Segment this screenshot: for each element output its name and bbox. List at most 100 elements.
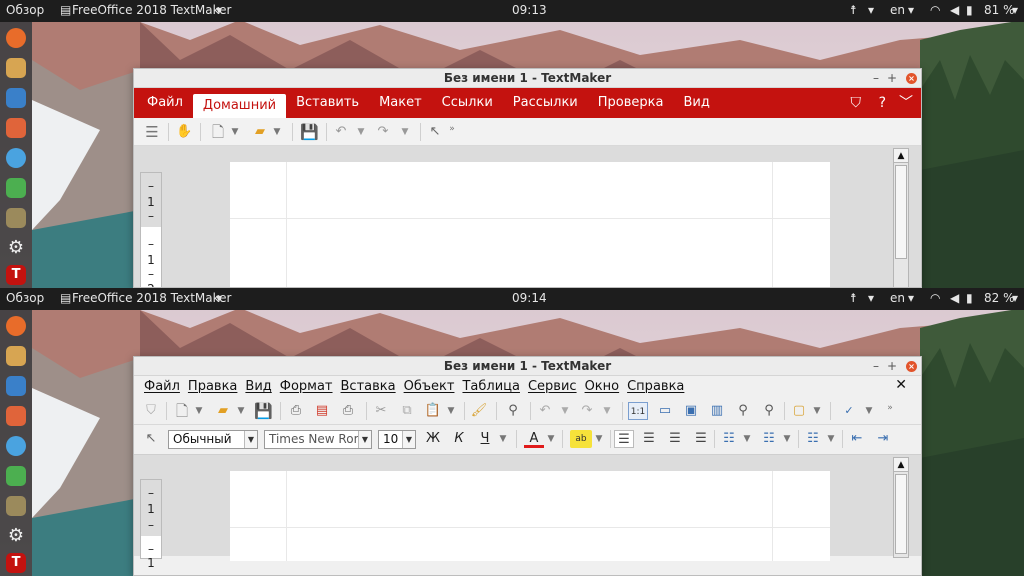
menu-insert[interactable]: Вставка [337, 379, 400, 394]
bold-button[interactable]: Ж [424, 430, 442, 448]
highlight-arrow-icon[interactable]: ▼ [594, 430, 604, 448]
cart-icon[interactable]: ⛉ [851, 88, 862, 118]
redo-arrow-icon[interactable]: ▼ [400, 123, 410, 141]
print-preview-icon[interactable]: ⎙ [338, 402, 358, 420]
wifi-icon[interactable]: ◠ [930, 3, 940, 17]
app-menu-button[interactable]: FreeOffice 2018 TextMaker [72, 3, 231, 17]
italic-button[interactable]: К [450, 430, 468, 448]
menu-format[interactable]: Формат [276, 379, 337, 394]
decrease-indent-icon[interactable]: ⇤ [848, 430, 866, 448]
save-icon[interactable]: 💾 [254, 402, 273, 420]
redo-arrow-icon[interactable]: ▼ [602, 402, 612, 420]
new-document-icon[interactable]: 🗋 [210, 123, 226, 141]
open-folder-arrow-icon[interactable]: ▼ [236, 402, 246, 420]
toolbar-more-icon[interactable]: » [448, 120, 456, 138]
full-page-icon[interactable]: ▣ [682, 402, 700, 420]
outline-list-icon[interactable]: ☷ [804, 430, 822, 448]
keyboard-layout-button[interactable]: en [890, 291, 905, 305]
tab-review[interactable]: Проверка [588, 88, 674, 118]
clock[interactable]: 09:14 [512, 291, 547, 305]
menu-window[interactable]: Окно [581, 379, 624, 394]
menu-file[interactable]: Файл [134, 379, 184, 394]
underline-arrow-icon[interactable]: ▼ [498, 430, 508, 448]
scroll-up-icon[interactable]: ▲ [894, 149, 908, 163]
textmaker-icon[interactable]: T [6, 265, 26, 285]
settings-icon[interactable]: ⚙ [6, 526, 26, 546]
document-page[interactable] [230, 162, 830, 287]
cut-icon[interactable]: ✂ [372, 402, 390, 420]
undo-arrow-icon[interactable]: ▼ [560, 402, 570, 420]
folder-icon[interactable] [6, 208, 26, 228]
tab-layout[interactable]: Макет [369, 88, 432, 118]
menu-object[interactable]: Объект [400, 379, 459, 394]
activities-button[interactable]: Обзор [6, 3, 44, 17]
close-button[interactable]: × [906, 73, 917, 84]
align-left-icon[interactable]: ☰ [614, 430, 634, 448]
insert-frame-icon[interactable]: ▢ [790, 402, 808, 420]
collapse-ribbon-icon[interactable]: ﹀ [899, 88, 913, 118]
battery-icon[interactable]: ▮ [966, 291, 973, 305]
battery-icon[interactable]: ▮ [966, 3, 973, 17]
volume-icon[interactable]: ◀ [950, 3, 959, 17]
scroll-up-icon[interactable]: ▲ [894, 458, 908, 472]
save-icon[interactable]: 💾 [300, 123, 319, 141]
align-right-icon[interactable]: ☰ [666, 430, 684, 448]
scroll-thumb[interactable] [895, 165, 907, 259]
vertical-scrollbar[interactable]: ▲ [893, 457, 909, 558]
calc-icon[interactable] [6, 178, 26, 198]
zoom-100-button[interactable]: 1:1 [628, 402, 648, 420]
hand-tool-icon[interactable]: ✋ [176, 123, 192, 141]
font-color-arrow-icon[interactable]: ▼ [546, 430, 556, 448]
calc-icon[interactable] [6, 466, 26, 486]
insert-frame-arrow-icon[interactable]: ▼ [812, 402, 822, 420]
firefox-icon[interactable] [6, 28, 26, 48]
redo-icon[interactable]: ↷ [578, 402, 596, 420]
spellcheck-arrow-icon[interactable]: ▼ [864, 402, 874, 420]
menu-view[interactable]: Вид [241, 379, 275, 394]
activities-button[interactable]: Обзор [6, 291, 44, 305]
select-pointer-icon[interactable]: ↖ [428, 123, 442, 141]
close-button[interactable]: × [906, 361, 917, 372]
page-width-icon[interactable]: ▭ [656, 402, 674, 420]
firefox-icon[interactable] [6, 316, 26, 336]
copy-icon[interactable]: ⧉ [398, 402, 416, 420]
font-size-select[interactable]: 10 ▼ [378, 430, 416, 449]
accessibility-icon[interactable]: ☨ [850, 3, 857, 17]
tab-insert[interactable]: Вставить [286, 88, 369, 118]
bullet-list-icon[interactable]: ☷ [720, 430, 738, 448]
format-painter-icon[interactable]: 🖌 [470, 402, 488, 420]
zoom-in-icon[interactable]: ⚲ [734, 402, 752, 420]
app-menu-button[interactable]: FreeOffice 2018 TextMaker [72, 291, 231, 305]
settings-icon[interactable]: ⚙ [6, 238, 26, 258]
align-center-icon[interactable]: ☰ [640, 430, 658, 448]
select-pointer-icon[interactable]: ↖ [144, 430, 158, 448]
clock[interactable]: 09:13 [512, 3, 547, 17]
redo-icon[interactable]: ↷ [374, 123, 392, 141]
software-icon[interactable] [6, 406, 26, 426]
highlight-button[interactable]: ab [570, 430, 592, 448]
tab-view[interactable]: Вид [673, 88, 719, 118]
system-menu-arrow-icon[interactable]: ▾ [1012, 3, 1018, 17]
menu-table[interactable]: Таблица [458, 379, 524, 394]
paste-arrow-icon[interactable]: ▼ [446, 402, 456, 420]
open-folder-icon[interactable]: ▰ [251, 123, 269, 141]
minimize-button[interactable]: – [873, 357, 879, 376]
files-icon[interactable] [6, 346, 26, 366]
help-icon[interactable] [6, 436, 26, 456]
tab-references[interactable]: Ссылки [432, 88, 503, 118]
open-folder-icon[interactable]: ▰ [214, 402, 232, 420]
writer-icon[interactable] [6, 88, 26, 108]
minimize-button[interactable]: – [873, 69, 879, 88]
new-document-arrow-icon[interactable]: ▼ [230, 123, 240, 141]
accessibility-icon[interactable]: ☨ [850, 291, 857, 305]
underline-button[interactable]: Ч [476, 430, 494, 448]
document-close-icon[interactable]: ✕ [895, 377, 907, 393]
spellcheck-icon[interactable]: ✓ [838, 402, 860, 420]
tab-home[interactable]: Домашний [192, 94, 287, 118]
folder-icon[interactable] [6, 496, 26, 516]
help-icon[interactable] [6, 148, 26, 168]
textmaker-icon[interactable]: T [6, 553, 26, 573]
menu-help[interactable]: Справка [623, 379, 688, 394]
search-icon[interactable]: ⚲ [504, 402, 522, 420]
tab-mailings[interactable]: Рассылки [503, 88, 588, 118]
